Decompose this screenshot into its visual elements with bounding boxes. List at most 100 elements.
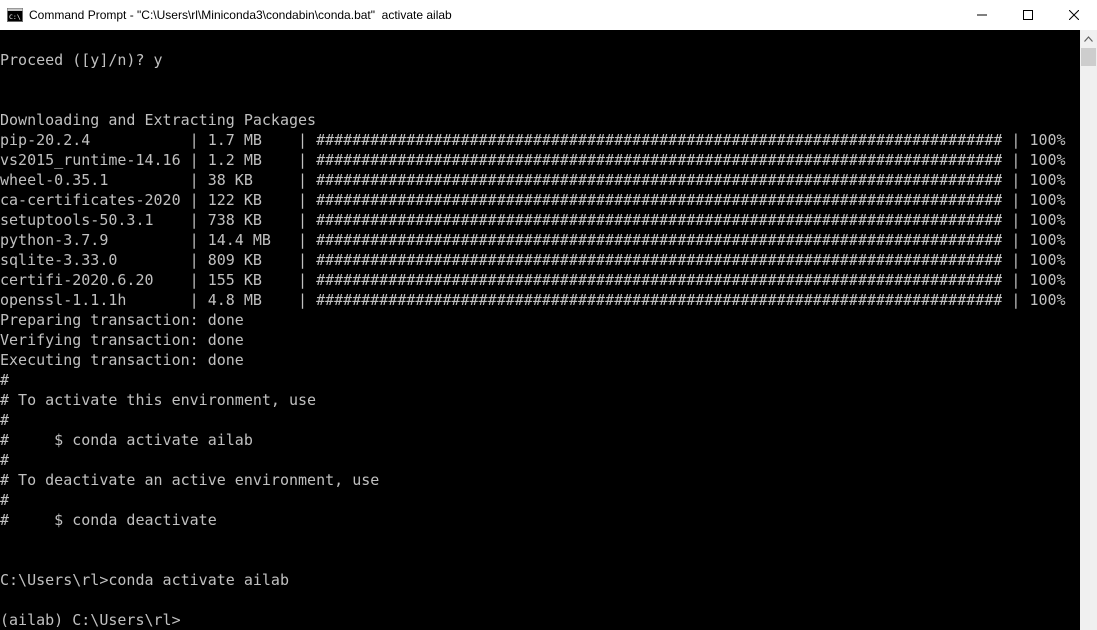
console-line: Verifying transaction: done: [0, 331, 244, 349]
progress-fill: ########################################…: [316, 271, 1003, 289]
console-line: # $ conda activate ailab: [0, 431, 253, 449]
scroll-thumb[interactable]: [1081, 48, 1096, 66]
package-percent: 100%: [1029, 131, 1066, 149]
column-separator: |: [189, 291, 208, 309]
console-line: Executing transaction: done: [0, 351, 244, 369]
column-separator: |: [189, 271, 208, 289]
column-separator: |: [189, 251, 208, 269]
package-row: certifi-2020.6.20 | 155 KB | ###########…: [0, 270, 1080, 290]
package-row: wheel-0.35.1 | 38 KB | #################…: [0, 170, 1080, 190]
column-separator: |: [189, 191, 208, 209]
close-icon: [1069, 10, 1079, 20]
column-separator: |: [1002, 271, 1030, 289]
vertical-scrollbar[interactable]: [1080, 30, 1097, 630]
progress-fill: ########################################…: [316, 251, 1003, 269]
column-separator: |: [298, 151, 317, 169]
column-separator: |: [298, 251, 317, 269]
package-percent: 100%: [1029, 191, 1066, 209]
package-name: pip-20.2.4: [0, 131, 190, 149]
progress-bar: ########################################…: [316, 290, 1002, 310]
console-line: #: [0, 491, 10, 509]
console-line: #: [0, 371, 10, 389]
progress-fill: ########################################…: [316, 191, 1003, 209]
package-percent: 100%: [1029, 291, 1066, 309]
console-line: Downloading and Extracting Packages: [0, 111, 317, 129]
column-separator: |: [298, 191, 317, 209]
console-line: # To deactivate an active environment, u…: [0, 471, 380, 489]
progress-fill: ########################################…: [316, 171, 1003, 189]
column-separator: |: [1002, 211, 1030, 229]
progress-fill: ########################################…: [316, 151, 1003, 169]
progress-bar: ########################################…: [316, 190, 1002, 210]
column-separator: |: [1002, 251, 1030, 269]
chevron-up-icon: [1084, 35, 1093, 42]
column-separator: |: [1002, 131, 1030, 149]
package-name: wheel-0.35.1: [0, 171, 190, 189]
progress-bar: ########################################…: [316, 270, 1002, 290]
package-row: openssl-1.1.1h | 4.8 MB | ##############…: [0, 290, 1080, 310]
maximize-icon: [1023, 10, 1033, 20]
package-percent: 100%: [1029, 271, 1066, 289]
close-button[interactable]: [1051, 0, 1097, 30]
package-size: 1.2 MB: [207, 151, 299, 169]
window-controls: [959, 0, 1097, 30]
package-name: openssl-1.1.1h: [0, 291, 190, 309]
column-separator: |: [1002, 291, 1030, 309]
console-line: # $ conda deactivate: [0, 511, 217, 529]
maximize-button[interactable]: [1005, 0, 1051, 30]
column-separator: |: [189, 131, 208, 149]
console-output[interactable]: Proceed ([y]/n)? y Downloading and Extrac…: [0, 30, 1080, 630]
package-size: 738 KB: [207, 211, 299, 229]
package-percent: 100%: [1029, 171, 1066, 189]
package-name: certifi-2020.6.20: [0, 271, 190, 289]
console-line: #: [0, 451, 10, 469]
column-separator: |: [189, 151, 208, 169]
console-line: Preparing transaction: done: [0, 311, 244, 329]
title-bar: C:\ Command Prompt - "C:\Users\rl\Minico…: [0, 0, 1097, 30]
package-percent: 100%: [1029, 151, 1066, 169]
window-title: Command Prompt - "C:\Users\rl\Miniconda3…: [29, 8, 452, 22]
column-separator: |: [298, 171, 317, 189]
console-line: Proceed ([y]/n)? y: [0, 51, 163, 69]
progress-fill: ########################################…: [316, 291, 1003, 309]
column-separator: |: [298, 271, 317, 289]
package-name: vs2015_runtime-14.16: [0, 151, 190, 169]
package-name: sqlite-3.33.0: [0, 251, 190, 269]
column-separator: |: [298, 131, 317, 149]
package-size: 809 KB: [207, 251, 299, 269]
progress-fill: ########################################…: [316, 211, 1003, 229]
progress-bar: ########################################…: [316, 230, 1002, 250]
column-separator: |: [298, 231, 317, 249]
cmd-icon: C:\: [7, 7, 23, 23]
package-name: ca-certificates-2020: [0, 191, 190, 209]
console-line: # To activate this environment, use: [0, 391, 317, 409]
progress-bar: ########################################…: [316, 250, 1002, 270]
package-row: vs2015_runtime-14.16 | 1.2 MB | ########…: [0, 150, 1080, 170]
column-separator: |: [1002, 231, 1030, 249]
package-size: 14.4 MB: [207, 231, 299, 249]
console-lines: Proceed ([y]/n)? y Downloading and Extrac…: [0, 30, 1080, 630]
package-size: 155 KB: [207, 271, 299, 289]
column-separator: |: [189, 171, 208, 189]
minimize-button[interactable]: [959, 0, 1005, 30]
console-line: (ailab) C:\Users\rl>: [0, 611, 181, 629]
progress-bar: ########################################…: [316, 150, 1002, 170]
column-separator: |: [189, 231, 208, 249]
column-separator: |: [1002, 191, 1030, 209]
package-percent: 100%: [1029, 211, 1066, 229]
column-separator: |: [298, 211, 317, 229]
progress-fill: ########################################…: [316, 231, 1003, 249]
progress-bar: ########################################…: [316, 170, 1002, 190]
column-separator: |: [189, 211, 208, 229]
package-row: sqlite-3.33.0 | 809 KB | ###############…: [0, 250, 1080, 270]
package-percent: 100%: [1029, 251, 1066, 269]
scroll-up-button[interactable]: [1080, 30, 1097, 47]
package-row: ca-certificates-2020 | 122 KB | ########…: [0, 190, 1080, 210]
package-size: 1.7 MB: [207, 131, 299, 149]
console-line: C:\Users\rl>conda activate ailab: [0, 571, 289, 589]
